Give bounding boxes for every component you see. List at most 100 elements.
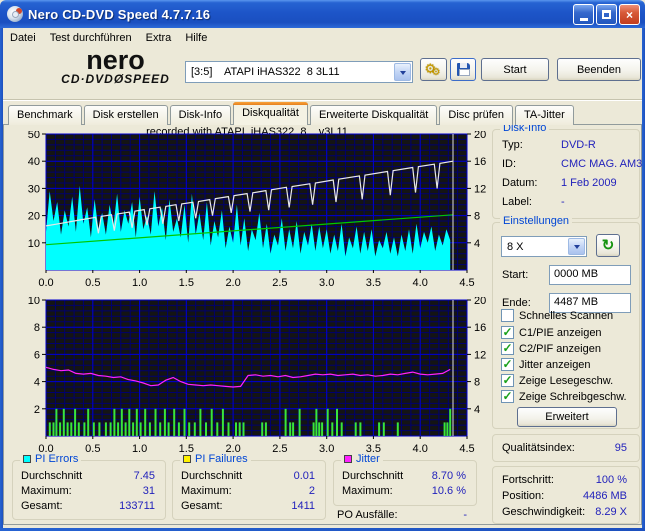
- drive-select[interactable]: [3:5] ATAPI iHAS322 8 3L11: [185, 61, 413, 83]
- disk-typ-value: DVD-R: [561, 139, 596, 151]
- quality-index-label: Qualitätsindex:: [502, 442, 575, 454]
- svg-text:0.0: 0.0: [38, 277, 53, 289]
- pi-failures-legend-icon: [183, 455, 191, 463]
- pi-failures-avg-label: Durchschnitt: [181, 470, 243, 482]
- progress-label: Fortschritt:: [502, 474, 554, 486]
- tab-benchmark[interactable]: Benchmark: [8, 105, 82, 125]
- advanced-button[interactable]: Erweitert: [517, 407, 617, 427]
- pi-errors-avg-label: Durchschnitt: [21, 470, 83, 482]
- quit-button[interactable]: Beenden: [557, 58, 641, 81]
- menu-datei[interactable]: Datei: [3, 30, 43, 46]
- svg-text:3.5: 3.5: [366, 277, 381, 289]
- tab-disc-pruefen[interactable]: Disc prüfen: [439, 105, 514, 125]
- save-button[interactable]: [450, 58, 476, 81]
- refresh-button[interactable]: ↻: [596, 234, 620, 257]
- svg-text:40: 40: [28, 156, 40, 168]
- settings-button[interactable]: ⚙ ⚙: [420, 58, 447, 81]
- menu-test-durchfuehren[interactable]: Test durchführen: [43, 30, 139, 46]
- jitter-max-value: 10.6 %: [431, 485, 466, 497]
- tab-ta-jitter[interactable]: TA-Jitter: [515, 105, 574, 125]
- maximize-button[interactable]: [596, 4, 617, 25]
- svg-text:4: 4: [474, 404, 480, 416]
- pi-failures-group: PI Failures Durchschnitt 0.01 Maximum: 2…: [172, 453, 326, 520]
- pi-failures-avg-value: 0.01: [293, 470, 315, 482]
- tab-page-diskqualitaet: recorded with ATAPI iHAS322 8 v3L11 10 20…: [3, 122, 642, 525]
- nero-logo-subtext: CD·DVDØSPEED: [61, 72, 170, 86]
- close-button[interactable]: ×: [619, 4, 640, 25]
- svg-text:4: 4: [34, 377, 40, 389]
- svg-text:50: 50: [28, 131, 40, 141]
- svg-text:20: 20: [28, 211, 40, 223]
- menu-hilfe[interactable]: Hilfe: [178, 30, 214, 46]
- menu-extra[interactable]: Extra: [139, 30, 179, 46]
- jitter-legend-icon: [344, 455, 352, 463]
- pi-failures-max-value: 2: [308, 485, 315, 497]
- svg-text:4.0: 4.0: [413, 443, 428, 455]
- svg-text:1.0: 1.0: [132, 443, 147, 455]
- pi-failures-max-label: Maximum:: [181, 485, 232, 497]
- start-button[interactable]: Start: [481, 58, 549, 81]
- pi-errors-caption: PI Errors: [20, 453, 82, 465]
- svg-text:4.5: 4.5: [459, 277, 474, 289]
- svg-text:1.0: 1.0: [132, 277, 147, 289]
- svg-text:0.5: 0.5: [85, 277, 100, 289]
- svg-text:12: 12: [474, 349, 486, 361]
- maximize-icon: [602, 10, 611, 19]
- app-icon: [7, 6, 23, 22]
- disk-info-group: Disk-Info Typ: DVD-R ID: CMC MAG. AM3 Da…: [492, 122, 642, 219]
- pi-failures-jitter-chart: 246810481216200.0 0.5 1.0 1.5 2.0 2.5 3.0 3.5 4.…: [28, 297, 487, 455]
- speed-value: 8.29 X: [595, 506, 627, 518]
- window-title: Nero CD-DVD Speed 4.7.7.16: [28, 6, 211, 22]
- tab-diskqualitaet[interactable]: Diskqualität: [233, 102, 308, 125]
- pi-errors-total-label: Gesamt:: [21, 500, 63, 512]
- save-icon: [456, 63, 470, 76]
- drive-select-value: [3:5] ATAPI iHAS322 8 3L11: [191, 66, 340, 78]
- disk-label-value: -: [561, 196, 565, 208]
- svg-text:12: 12: [474, 183, 486, 195]
- toolbar-divider: [3, 99, 642, 101]
- tab-disk-erstellen[interactable]: Disk erstellen: [83, 105, 168, 125]
- svg-text:2.5: 2.5: [272, 277, 287, 289]
- position-label: Position:: [502, 490, 545, 502]
- checkbox-schnelles-scannen-label: Schnelles Scannen: [519, 310, 614, 322]
- checkbox-c1-pie-label: C1/PIE anzeigen: [519, 327, 602, 339]
- svg-text:10: 10: [28, 238, 40, 250]
- jitter-group: Jitter Durchschnitt 8.70 % Maximum: 10.6…: [333, 453, 477, 506]
- progress-box: Fortschritt: 100 % Position: 4486 MB Ges…: [492, 466, 640, 524]
- svg-text:1.5: 1.5: [179, 277, 194, 289]
- checkbox-c2-pif[interactable]: ✓: [501, 342, 514, 355]
- quality-index-value: 95: [614, 442, 627, 454]
- checkbox-jitter-label: Jitter anzeigen: [519, 359, 591, 371]
- disk-label-label: Label:: [502, 196, 532, 208]
- svg-text:16: 16: [474, 156, 486, 168]
- checkbox-schreibgeschw[interactable]: ✓: [501, 390, 514, 403]
- disk-id-label: ID:: [502, 158, 517, 170]
- minimize-icon: [579, 17, 588, 21]
- position-value: 4486 MB: [582, 490, 627, 502]
- speed-select[interactable]: 8 X: [501, 236, 587, 257]
- minimize-button[interactable]: [573, 4, 594, 25]
- checkbox-c1-pie[interactable]: ✓: [501, 326, 514, 339]
- tab-bar: Benchmark Disk erstellen Disk-Info Diskq…: [8, 102, 576, 125]
- disk-typ-label: Typ:: [502, 139, 523, 151]
- tab-disk-info[interactable]: Disk-Info: [169, 105, 232, 125]
- jitter-avg-value: 8.70 %: [431, 470, 466, 482]
- title-bar[interactable]: Nero CD-DVD Speed 4.7.7.16 ×: [0, 0, 645, 28]
- svg-text:20: 20: [474, 297, 486, 307]
- pi-errors-avg-value: 7.45: [133, 470, 155, 482]
- progress-value: 100 %: [595, 474, 627, 486]
- checkbox-schnelles-scannen[interactable]: [501, 309, 514, 322]
- speed-select-arrow[interactable]: [568, 238, 585, 255]
- nero-logo-text: nero: [86, 45, 145, 75]
- checkbox-jitter[interactable]: ✓: [501, 358, 514, 371]
- checkbox-lesegeschw-label: Zeige Lesegeschw.: [519, 375, 614, 387]
- tab-erweiterte-diskqualitaet[interactable]: Erweiterte Diskqualität: [309, 105, 438, 125]
- quality-index-box: Qualitätsindex: 95: [492, 434, 640, 462]
- start-field[interactable]: 0000 MB: [549, 265, 631, 285]
- pi-errors-max-label: Maximum:: [21, 485, 72, 497]
- pi-failures-total-label: Gesamt:: [181, 500, 223, 512]
- drive-select-arrow[interactable]: [394, 63, 411, 81]
- speed-label: Geschwindigkeit:: [502, 506, 586, 518]
- checkbox-lesegeschw[interactable]: ✓: [501, 374, 514, 387]
- svg-text:6: 6: [34, 349, 40, 361]
